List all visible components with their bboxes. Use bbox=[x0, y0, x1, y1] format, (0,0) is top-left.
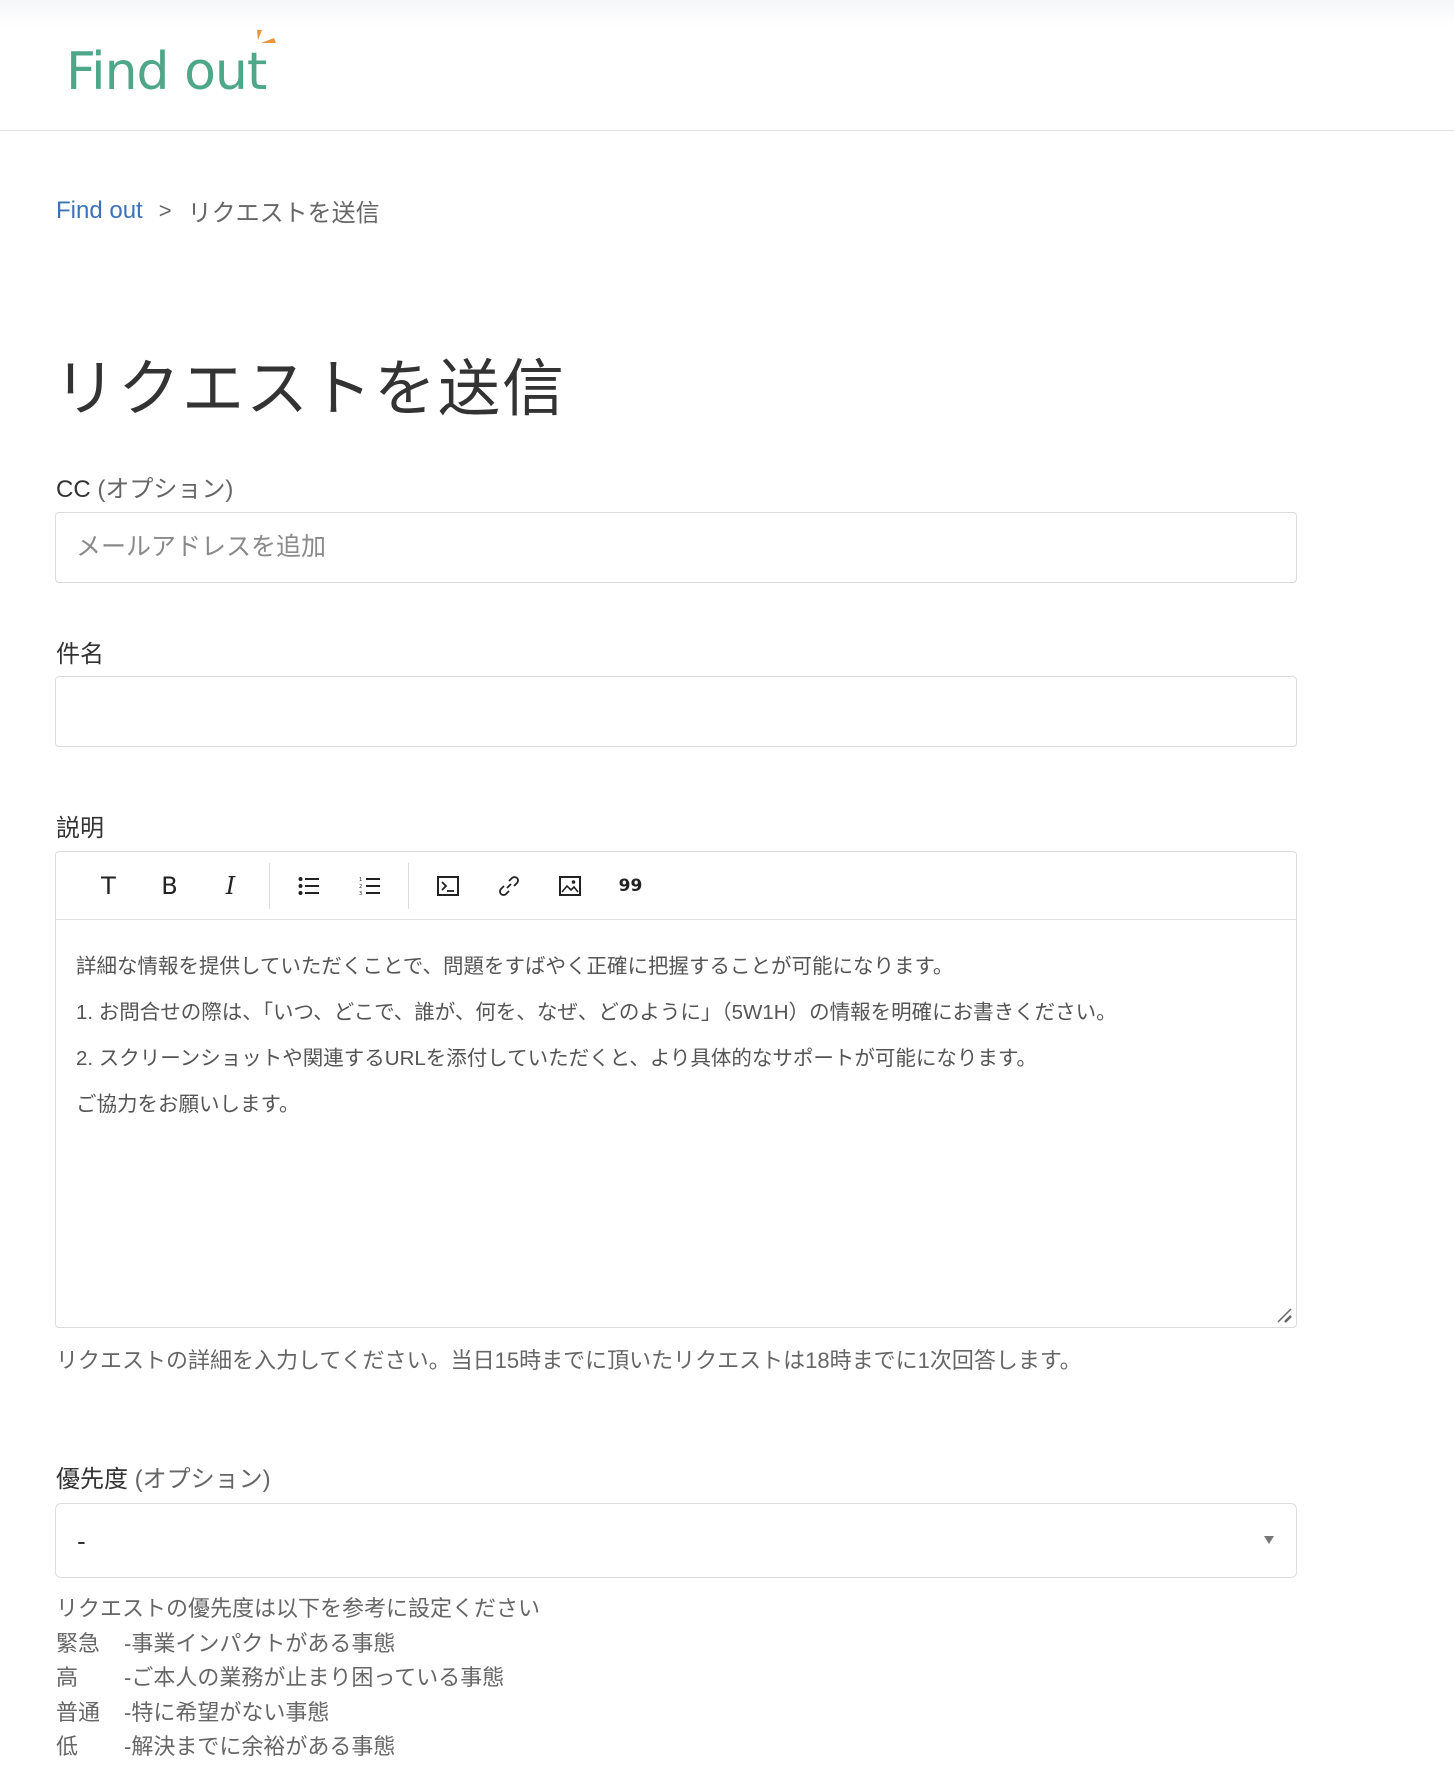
priority-level-row: 普通 -特に希望がない事態 bbox=[56, 1696, 540, 1731]
bulleted-list-icon bbox=[298, 876, 319, 895]
description-label: 説明 bbox=[56, 815, 104, 842]
breadcrumb-current: リクエストを送信 bbox=[187, 200, 380, 227]
description-line: ご協力をお願いします。 bbox=[76, 1093, 300, 1116]
page-title: リクエストを送信 bbox=[54, 355, 567, 424]
priority-level: 普通 bbox=[56, 1699, 101, 1725]
toolbar-divider bbox=[269, 862, 270, 909]
cc-email-input[interactable] bbox=[55, 512, 1297, 583]
svg-text:1: 1 bbox=[359, 877, 362, 883]
priority-desc: -解決までに余裕がある事態 bbox=[124, 1734, 396, 1759]
logo-text: Find out bbox=[66, 42, 267, 102]
priority-desc: -事業インパクトがある事態 bbox=[124, 1630, 396, 1656]
text-format-button[interactable]: T bbox=[78, 863, 139, 909]
priority-help-title: リクエストの優先度は以下を参考に設定ください bbox=[56, 1596, 541, 1621]
logo-spark-icon bbox=[257, 30, 276, 43]
bold-button[interactable]: B bbox=[139, 863, 200, 909]
image-button[interactable] bbox=[539, 863, 600, 909]
link-button[interactable] bbox=[478, 863, 539, 909]
italic-button[interactable]: I bbox=[200, 863, 261, 909]
link-icon bbox=[498, 875, 519, 896]
editor-toolbar: T B I 1 2 3 99 bbox=[56, 852, 1296, 920]
priority-desc: -特に希望がない事態 bbox=[124, 1699, 330, 1725]
numbered-list-button[interactable]: 1 2 3 bbox=[339, 863, 400, 909]
description-editor: T B I 1 2 3 99 詳細な情報を提供していただくことで、問題をすばやく… bbox=[55, 851, 1297, 1328]
priority-label: 優先度 (オプション) bbox=[56, 1459, 271, 1494]
site-header: Find out bbox=[0, 0, 1454, 131]
priority-selected-value: - bbox=[77, 1526, 86, 1556]
priority-level: 高 bbox=[56, 1665, 79, 1690]
description-line: 1. お問合せの際は、「いつ、どこで、誰が、何を、なぜ、どのように」（5W1H）… bbox=[76, 1001, 1117, 1024]
description-line: 2. スクリーンショットや関連するURLを添付していただくと、より具体的なサポー… bbox=[76, 1047, 1037, 1070]
priority-level-row: 緊急 -事業インパクトがある事態 bbox=[56, 1627, 540, 1662]
priority-level-row: 高 -ご本人の業務が止まり困っている事態 bbox=[56, 1661, 540, 1696]
svg-text:2: 2 bbox=[359, 884, 362, 890]
code-block-button[interactable] bbox=[417, 863, 478, 909]
quote-icon: 99 bbox=[618, 875, 643, 896]
priority-desc: -ご本人の業務が止まり困っている事態 bbox=[124, 1665, 505, 1690]
priority-optional-text: (オプション) bbox=[134, 1466, 271, 1493]
cc-label: CC (オプション) bbox=[56, 469, 233, 504]
resize-handle-icon[interactable] bbox=[1275, 1306, 1293, 1324]
cc-label-text: CC bbox=[56, 476, 91, 503]
priority-level-row: 低 -解決までに余裕がある事態 bbox=[56, 1730, 540, 1765]
chevron-down-icon bbox=[1264, 1536, 1274, 1544]
image-icon bbox=[558, 875, 581, 896]
bulleted-list-button[interactable] bbox=[278, 863, 339, 909]
description-line: 詳細な情報を提供していただくことで、問題をすばやく正確に把握することが可能になり… bbox=[76, 955, 954, 978]
bold-icon: B bbox=[161, 871, 178, 900]
breadcrumb-home-link[interactable]: Find out bbox=[56, 197, 143, 225]
cc-optional-text: (オプション) bbox=[97, 476, 234, 503]
logo-link[interactable]: Find out bbox=[66, 28, 276, 102]
priority-label-text: 優先度 bbox=[56, 1466, 128, 1493]
toolbar-divider bbox=[408, 862, 409, 909]
priority-level: 緊急 bbox=[56, 1630, 101, 1656]
italic-icon: I bbox=[225, 871, 236, 900]
subject-input[interactable] bbox=[55, 676, 1297, 747]
description-textarea[interactable]: 詳細な情報を提供していただくことで、問題をすばやく正確に把握することが可能になり… bbox=[56, 920, 1296, 1128]
priority-level: 低 bbox=[56, 1734, 79, 1759]
numbered-list-icon: 1 2 3 bbox=[359, 877, 380, 896]
priority-select[interactable]: - bbox=[55, 1503, 1297, 1578]
description-hint: リクエストの詳細を入力してください。当日15時までに頂いたリクエストは18時まで… bbox=[56, 1348, 1082, 1373]
svg-text:3: 3 bbox=[359, 891, 362, 896]
priority-help: リクエストの優先度は以下を参考に設定ください 緊急 -事業インパクトがある事態 … bbox=[56, 1592, 540, 1765]
subject-label: 件名 bbox=[56, 641, 104, 668]
code-block-icon bbox=[436, 875, 459, 896]
breadcrumb-separator: > bbox=[158, 197, 172, 223]
text-format-icon: T bbox=[101, 871, 116, 900]
breadcrumb: Find out > リクエストを送信 bbox=[56, 193, 380, 228]
quote-button[interactable]: 99 bbox=[600, 863, 661, 909]
